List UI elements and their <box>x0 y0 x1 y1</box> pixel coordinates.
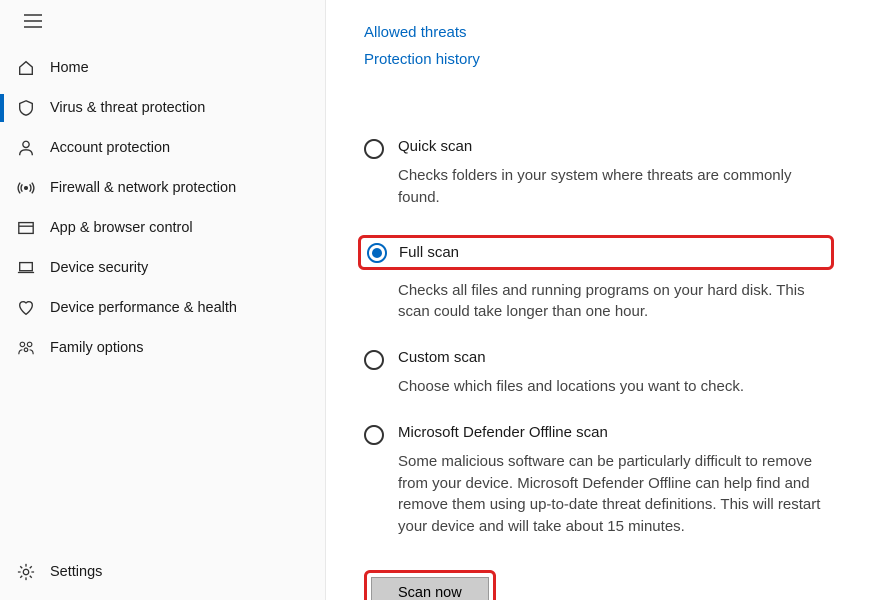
option-description: Checks all files and running programs on… <box>398 280 834 324</box>
sidebar-item-label: Home <box>50 60 89 76</box>
sidebar-item-device-security[interactable]: Device security <box>0 248 325 288</box>
laptop-icon <box>16 258 36 278</box>
hamburger-icon <box>24 14 42 28</box>
window-icon <box>16 218 36 238</box>
sidebar-item-account-protection[interactable]: Account protection <box>0 128 325 168</box>
radio-offline[interactable] <box>364 425 384 445</box>
sidebar-item-performance[interactable]: Device performance & health <box>0 288 325 328</box>
sidebar-item-label: Device performance & health <box>50 300 237 316</box>
sidebar-item-label: Settings <box>50 564 102 580</box>
scan-options-group: Quick scan Checks folders in your system… <box>364 138 856 600</box>
radio-full[interactable] <box>367 243 387 263</box>
sidebar-item-settings[interactable]: Settings <box>0 552 325 592</box>
option-title: Microsoft Defender Offline scan <box>398 424 834 441</box>
highlight-box-full-scan: Full scan <box>358 235 834 270</box>
shield-icon <box>16 98 36 118</box>
option-quick-scan: Quick scan Checks folders in your system… <box>364 138 834 209</box>
highlight-box-scan-now: Scan now <box>364 570 496 600</box>
antenna-icon <box>16 178 36 198</box>
sidebar: Home Virus & threat protection Account p… <box>0 0 326 600</box>
link-protection-history[interactable]: Protection history <box>364 51 856 68</box>
main-content: Allowed threats Protection history Quick… <box>326 0 876 600</box>
sidebar-item-label: Virus & threat protection <box>50 100 205 116</box>
hamburger-menu-button[interactable] <box>0 8 325 42</box>
sidebar-item-firewall[interactable]: Firewall & network protection <box>0 168 325 208</box>
sidebar-item-app-browser[interactable]: App & browser control <box>0 208 325 248</box>
option-full-scan: Full scan Checks all files and running p… <box>364 235 834 324</box>
gear-icon <box>16 562 36 582</box>
sidebar-item-label: App & browser control <box>50 220 193 236</box>
option-title: Full scan <box>399 244 459 261</box>
sidebar-item-virus-protection[interactable]: Virus & threat protection <box>0 88 325 128</box>
person-icon <box>16 138 36 158</box>
option-description: Checks folders in your system where thre… <box>398 165 834 209</box>
sidebar-item-label: Firewall & network protection <box>50 180 236 196</box>
option-description: Choose which files and locations you wan… <box>398 376 834 398</box>
family-icon <box>16 338 36 358</box>
sidebar-item-family[interactable]: Family options <box>0 328 325 368</box>
option-title: Custom scan <box>398 349 834 366</box>
sidebar-item-home[interactable]: Home <box>0 48 325 88</box>
sidebar-item-label: Account protection <box>50 140 170 156</box>
option-offline-scan: Microsoft Defender Offline scan Some mal… <box>364 424 834 538</box>
radio-quick[interactable] <box>364 139 384 159</box>
sidebar-item-label: Device security <box>50 260 148 276</box>
option-title: Quick scan <box>398 138 834 155</box>
heart-icon <box>16 298 36 318</box>
sidebar-item-label: Family options <box>50 340 143 356</box>
home-icon <box>16 58 36 78</box>
option-custom-scan: Custom scan Choose which files and locat… <box>364 349 834 398</box>
sidebar-nav: Home Virus & threat protection Account p… <box>0 42 325 552</box>
radio-custom[interactable] <box>364 350 384 370</box>
option-description: Some malicious software can be particula… <box>398 451 834 538</box>
link-allowed-threats[interactable]: Allowed threats <box>364 24 856 41</box>
scan-now-button[interactable]: Scan now <box>371 577 489 600</box>
